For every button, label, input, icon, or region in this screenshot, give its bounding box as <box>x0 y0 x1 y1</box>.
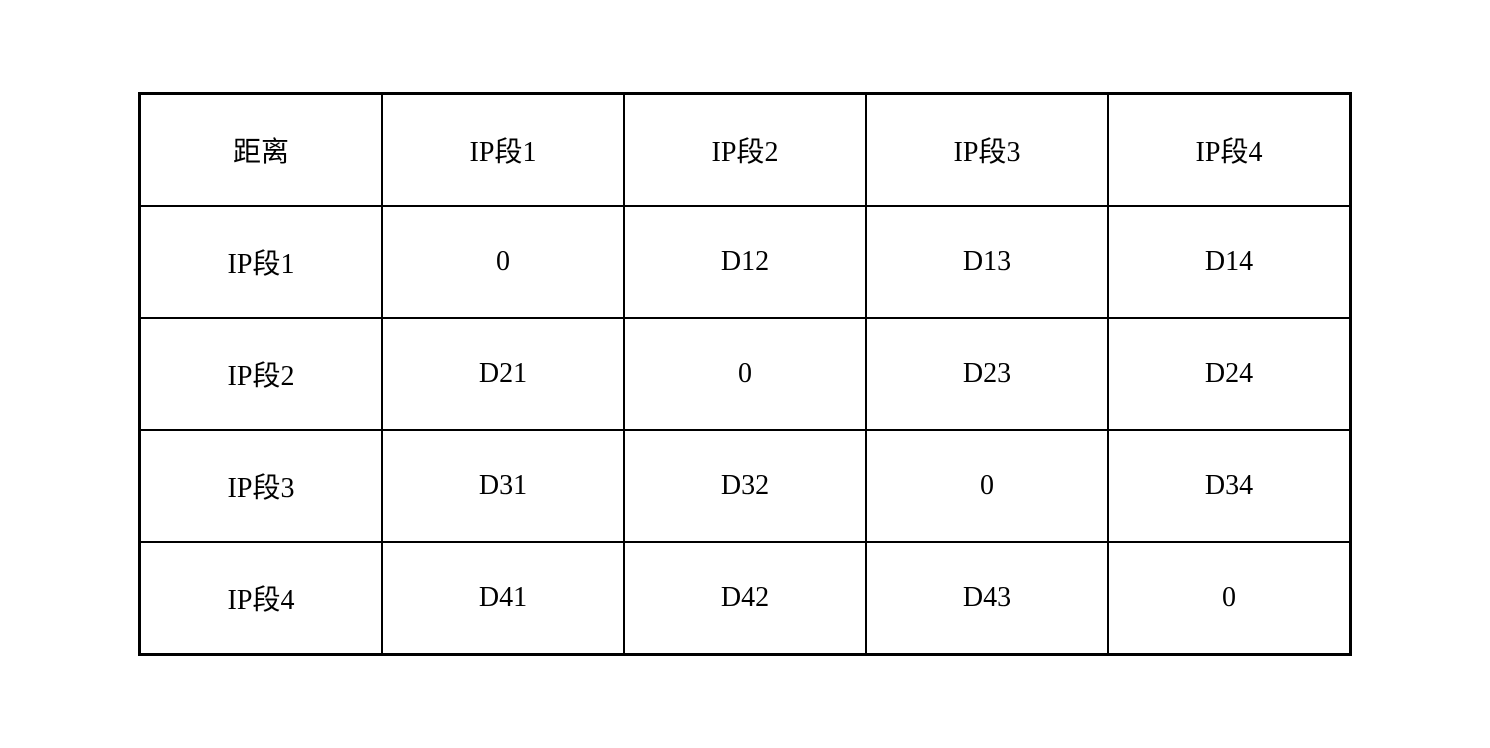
distance-matrix-table-container: 距离 IP段1 IP段2 IP段3 IP段4 IP段1 0 D12 D13 D1… <box>98 52 1392 696</box>
data-cell: 0 <box>624 318 866 430</box>
data-cell: D13 <box>866 206 1108 318</box>
distance-matrix-table: 距离 IP段1 IP段2 IP段3 IP段4 IP段1 0 D12 D13 D1… <box>138 92 1352 656</box>
row-header-cell: IP段2 <box>140 318 383 430</box>
table-row: IP段3 D31 D32 0 D34 <box>140 430 1351 542</box>
data-cell: 0 <box>866 430 1108 542</box>
data-cell: D34 <box>1108 430 1351 542</box>
row-header-cell: IP段3 <box>140 430 383 542</box>
header-cell-col4: IP段4 <box>1108 94 1351 207</box>
header-cell-col3: IP段3 <box>866 94 1108 207</box>
table-row: IP段1 0 D12 D13 D14 <box>140 206 1351 318</box>
data-cell: D43 <box>866 542 1108 655</box>
data-cell: D12 <box>624 206 866 318</box>
data-cell: D32 <box>624 430 866 542</box>
data-cell: D23 <box>866 318 1108 430</box>
table-header-row: 距离 IP段1 IP段2 IP段3 IP段4 <box>140 94 1351 207</box>
header-cell-col2: IP段2 <box>624 94 866 207</box>
data-cell: 0 <box>1108 542 1351 655</box>
row-header-cell: IP段1 <box>140 206 383 318</box>
data-cell: D14 <box>1108 206 1351 318</box>
data-cell: D41 <box>382 542 624 655</box>
table-row: IP段2 D21 0 D23 D24 <box>140 318 1351 430</box>
data-cell: D42 <box>624 542 866 655</box>
table-row: IP段4 D41 D42 D43 0 <box>140 542 1351 655</box>
data-cell: D24 <box>1108 318 1351 430</box>
header-cell-corner: 距离 <box>140 94 383 207</box>
data-cell: D31 <box>382 430 624 542</box>
header-cell-col1: IP段1 <box>382 94 624 207</box>
data-cell: 0 <box>382 206 624 318</box>
data-cell: D21 <box>382 318 624 430</box>
row-header-cell: IP段4 <box>140 542 383 655</box>
